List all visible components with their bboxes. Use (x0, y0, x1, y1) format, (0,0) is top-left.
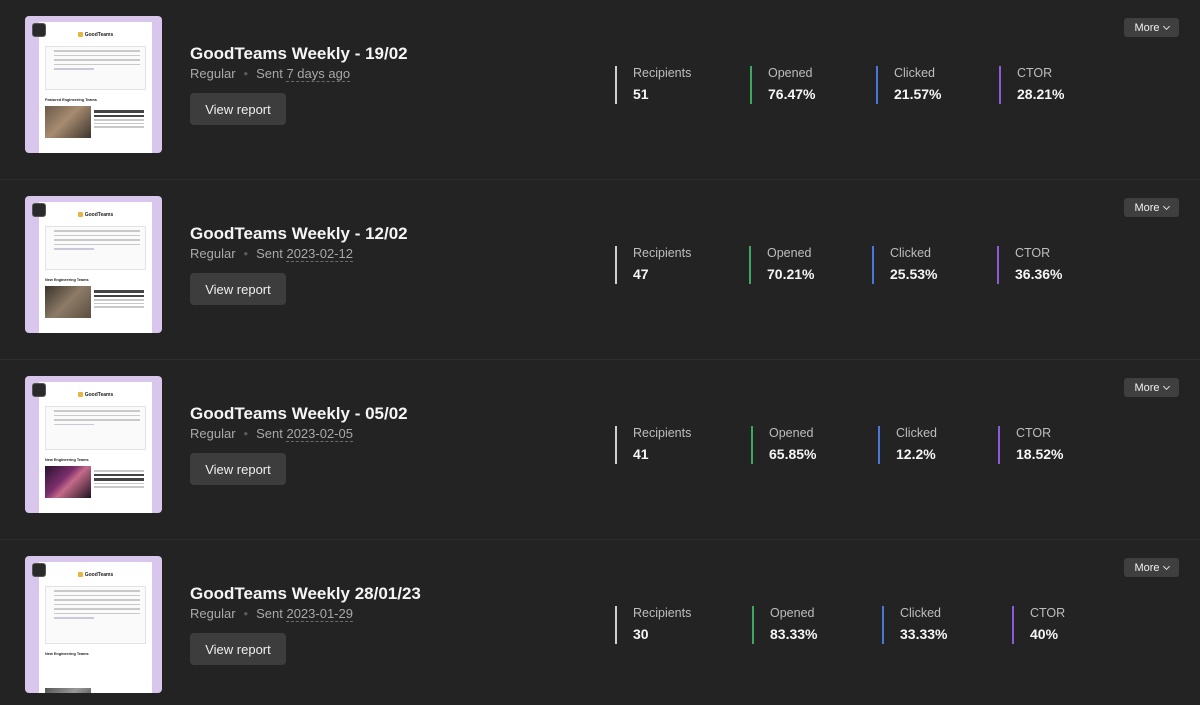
hand-icon (77, 572, 83, 577)
sent-date: 2023-01-29 (286, 606, 353, 622)
more-dropdown-button[interactable]: More (1124, 198, 1179, 217)
email-preview-page: GoodTeams Featured Engineering Teams (39, 22, 152, 153)
sent-label: Sent (256, 66, 283, 81)
email-preview-page: GoodTeams New Engineering Teams (39, 382, 152, 513)
email-preview-page: GoodTeams New Engineering Teams (39, 202, 152, 333)
preview-issue-box (45, 226, 146, 270)
preview-section-heading: New Engineering Teams (45, 458, 89, 462)
stat-clicked: Clicked 25.53% (872, 246, 937, 284)
email-preview-thumbnail[interactable]: GoodTeams New Engineering Teams (25, 376, 162, 513)
preview-section-heading: New Engineering Teams (45, 652, 89, 656)
sent-date: 2023-02-05 (286, 426, 353, 442)
campaign-type: Regular (190, 66, 236, 81)
campaign-meta: Regular • Sent 7 days ago (190, 66, 351, 82)
campaign-type: Regular (190, 606, 236, 621)
hand-icon (77, 32, 83, 37)
campaign-meta: Regular • Sent 2023-02-05 (190, 426, 353, 442)
campaign-type: Regular (190, 426, 236, 441)
separator-dot: • (243, 66, 249, 81)
preview-photo (45, 286, 91, 318)
sent-label: Sent (256, 246, 283, 261)
stat-opened: Opened 83.33% (752, 606, 817, 644)
sent-label: Sent (256, 606, 283, 621)
preview-text (94, 288, 144, 308)
goodteams-logo: GoodTeams (39, 392, 152, 398)
more-dropdown-button[interactable]: More (1124, 378, 1179, 397)
stat-opened: Opened 70.21% (749, 246, 814, 284)
select-checkbox[interactable] (32, 563, 46, 577)
campaign-row: GoodTeams New Engineering Teams GoodTeam… (0, 180, 1200, 360)
view-report-button[interactable]: View report (190, 273, 286, 305)
sent-date: 7 days ago (286, 66, 351, 82)
select-checkbox[interactable] (32, 203, 46, 217)
campaign-title: GoodTeams Weekly - 19/02 (190, 44, 408, 63)
email-preview-thumbnail[interactable]: GoodTeams New Engineering Teams (25, 196, 162, 333)
chevron-down-icon (1162, 22, 1170, 30)
select-checkbox[interactable] (32, 383, 46, 397)
goodteams-logo: GoodTeams (39, 212, 152, 218)
sent-label: Sent (256, 426, 283, 441)
campaign-meta: Regular • Sent 2023-01-29 (190, 606, 353, 622)
preview-issue-box (45, 586, 146, 644)
goodteams-logo: GoodTeams (39, 32, 152, 38)
email-preview-thumbnail[interactable]: GoodTeams Featured Engineering Teams (25, 16, 162, 153)
goodteams-logo: GoodTeams (39, 572, 152, 578)
campaign-row: GoodTeams New Engineering Teams GoodTeam… (0, 360, 1200, 540)
campaign-title: GoodTeams Weekly - 05/02 (190, 404, 408, 423)
view-report-button[interactable]: View report (190, 93, 286, 125)
select-checkbox[interactable] (32, 23, 46, 37)
separator-dot: • (243, 426, 249, 441)
email-preview-page: GoodTeams New Engineering Teams (39, 562, 152, 693)
sent-date: 2023-02-12 (286, 246, 353, 262)
preview-photo (45, 466, 91, 498)
preview-section-heading: Featured Engineering Teams (45, 98, 97, 102)
stat-clicked: Clicked 21.57% (876, 66, 941, 104)
stat-recipients: Recipients 51 (615, 66, 691, 104)
hand-icon (77, 212, 83, 217)
stat-clicked: Clicked 12.2% (878, 426, 937, 464)
separator-dot: • (243, 606, 249, 621)
more-dropdown-button[interactable]: More (1124, 558, 1179, 577)
preview-text (94, 108, 144, 128)
preview-issue-box (45, 406, 146, 450)
preview-issue-box (45, 46, 146, 90)
separator-dot: • (243, 246, 249, 261)
stat-ctor: CTOR 40% (1012, 606, 1065, 644)
preview-section-heading: New Engineering Teams (45, 278, 89, 282)
more-dropdown-button[interactable]: More (1124, 18, 1179, 37)
email-preview-thumbnail[interactable]: GoodTeams New Engineering Teams (25, 556, 162, 693)
campaign-row: GoodTeams New Engineering Teams GoodTeam… (0, 540, 1200, 705)
chevron-down-icon (1162, 562, 1170, 570)
stat-opened: Opened 65.85% (751, 426, 816, 464)
campaign-title: GoodTeams Weekly - 12/02 (190, 224, 408, 243)
preview-photo (45, 106, 91, 138)
preview-text (94, 468, 144, 488)
campaign-title: GoodTeams Weekly 28/01/23 (190, 584, 421, 603)
stat-recipients: Recipients 30 (615, 606, 691, 644)
campaign-type: Regular (190, 246, 236, 261)
stat-recipients: Recipients 47 (615, 246, 691, 284)
campaign-row: GoodTeams Featured Engineering Teams Goo… (0, 0, 1200, 180)
view-report-button[interactable]: View report (190, 453, 286, 485)
chevron-down-icon (1162, 202, 1170, 210)
stat-opened: Opened 76.47% (750, 66, 815, 104)
preview-photo (45, 688, 91, 693)
view-report-button[interactable]: View report (190, 633, 286, 665)
stat-ctor: CTOR 36.36% (997, 246, 1062, 284)
chevron-down-icon (1162, 382, 1170, 390)
stat-clicked: Clicked 33.33% (882, 606, 947, 644)
stat-ctor: CTOR 18.52% (998, 426, 1063, 464)
campaign-meta: Regular • Sent 2023-02-12 (190, 246, 353, 262)
stat-ctor: CTOR 28.21% (999, 66, 1064, 104)
hand-icon (77, 392, 83, 397)
stat-recipients: Recipients 41 (615, 426, 691, 464)
